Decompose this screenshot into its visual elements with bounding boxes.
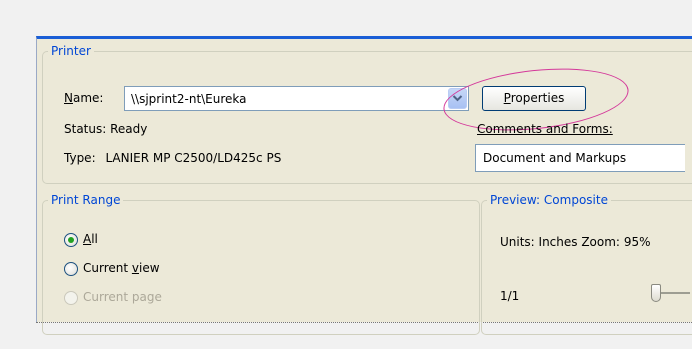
page-slider-thumb[interactable] bbox=[651, 284, 661, 302]
preview-group: Preview: Composite bbox=[481, 193, 692, 335]
type-row: Type: LANIER MP C2500/LD425c PS bbox=[64, 151, 281, 165]
status-label: Status: bbox=[64, 122, 107, 136]
type-value: LANIER MP C2500/LD425c PS bbox=[105, 151, 282, 165]
chevron-down-icon[interactable] bbox=[448, 88, 467, 109]
type-label: Type: bbox=[64, 151, 96, 165]
printer-group-legend: Printer bbox=[51, 44, 91, 58]
page-indicator: 1/1 bbox=[500, 289, 520, 303]
radio-all[interactable] bbox=[64, 233, 78, 247]
radio-current-view[interactable] bbox=[64, 262, 78, 276]
name-label: Name: bbox=[64, 91, 104, 105]
units-zoom-row: Units: Inches Zoom: 95% bbox=[500, 235, 650, 249]
page-slider-track bbox=[660, 292, 690, 294]
properties-button[interactable]: Properties bbox=[482, 86, 586, 111]
printer-name-value: \\sjprint2-nt\Eureka bbox=[131, 92, 247, 106]
units-zoom-label: Units: Inches Zoom: bbox=[500, 235, 620, 249]
radio-all-label[interactable]: All bbox=[83, 232, 98, 246]
status-row: Status: Ready bbox=[64, 122, 147, 136]
radio-selected-dot bbox=[68, 237, 74, 243]
preview-legend: Preview: Composite bbox=[490, 193, 608, 207]
comments-forms-value: Document and Markups bbox=[483, 151, 627, 165]
printer-name-select[interactable]: \\sjprint2-nt\Eureka bbox=[124, 86, 469, 111]
zoom-value: 95% bbox=[623, 235, 651, 249]
comments-forms-label: Comments and Forms: bbox=[477, 122, 613, 136]
radio-current-page bbox=[64, 291, 78, 305]
radio-current-page-label: Current page bbox=[83, 290, 162, 304]
status-value: Ready bbox=[110, 122, 148, 136]
print-range-legend: Print Range bbox=[51, 193, 121, 207]
comments-forms-select[interactable]: Document and Markups bbox=[475, 144, 685, 172]
radio-current-view-label[interactable]: Current view bbox=[83, 261, 160, 275]
